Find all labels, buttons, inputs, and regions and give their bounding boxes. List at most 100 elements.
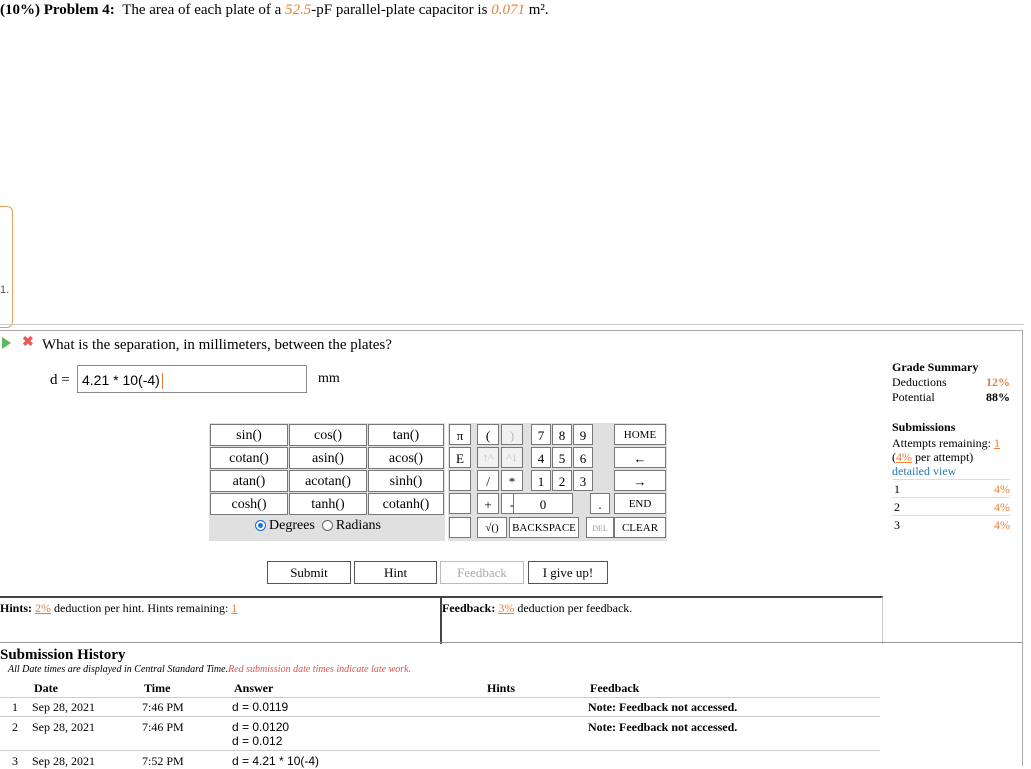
key-8[interactable]: 8 [552, 424, 572, 445]
submission-divider [892, 497, 1010, 498]
blank-key-3[interactable] [449, 517, 471, 538]
submission-number: 1 [894, 482, 900, 496]
row-number: 3 [12, 754, 18, 768]
feedback-text: deduction per feedback. [514, 601, 633, 615]
raise-key[interactable]: ↑^ [477, 447, 499, 468]
tan-button[interactable]: tan() [368, 424, 444, 446]
key-6[interactable]: 6 [573, 447, 593, 468]
cosh-button[interactable]: cosh() [210, 493, 288, 515]
row-answer-simplified: d = 0.012 [232, 734, 283, 748]
sqrt-key[interactable]: √() [477, 517, 507, 538]
separator [0, 324, 1024, 325]
col-hints: Hints [487, 681, 516, 695]
key-7[interactable]: 7 [531, 424, 551, 445]
submit-button[interactable]: Submit [267, 561, 351, 584]
detailed-view-link[interactable]: detailed view [892, 464, 956, 479]
row-answer: d = 0.0119 [232, 700, 289, 714]
per-attempt-pct: 4% [896, 450, 912, 464]
acotan-button[interactable]: acotan() [289, 470, 367, 492]
star-key[interactable]: * [501, 470, 523, 491]
left-arrow-key[interactable]: ← [614, 447, 666, 468]
col-feedback: Feedback [590, 681, 640, 695]
del-key[interactable]: DEL [586, 517, 614, 538]
row-date: Sep 28, 2021 [32, 754, 95, 768]
home-key[interactable]: HOME [614, 424, 666, 445]
potential-value: 88% [986, 390, 1010, 404]
give-up-button[interactable]: I give up! [528, 561, 608, 584]
answer-input[interactable]: 4.21 * 10(-4) [77, 365, 307, 393]
submissions-title: Submissions [892, 420, 956, 434]
row-divider [0, 697, 880, 698]
submission-number: 2 [894, 500, 900, 514]
clear-key[interactable]: CLEAR [614, 517, 666, 538]
answer-value: 4.21 * 10(-4) [82, 372, 160, 388]
cos-button[interactable]: cos() [289, 424, 367, 446]
backspace-key[interactable]: BACKSPACE [509, 517, 579, 538]
blank-key-1[interactable] [449, 470, 471, 491]
history-note-tz: All Date times are displayed in Central … [8, 664, 229, 675]
row-date: Sep 28, 2021 [32, 700, 95, 714]
end-key[interactable]: END [614, 493, 666, 514]
potential-label: Potential [892, 390, 935, 404]
text-cursor [161, 373, 163, 390]
problem-text-b: -pF parallel-plate capacitor is [311, 2, 492, 18]
key-1[interactable]: 1 [531, 470, 551, 491]
submission-deduction: 4% [994, 518, 1010, 532]
col-time: Time [144, 681, 171, 695]
deductions-value: 12% [986, 375, 1010, 389]
row-number: 2 [12, 720, 18, 734]
row-answer: d = 0.0120 [232, 720, 290, 734]
part-marker-box [0, 206, 13, 328]
sinh-button[interactable]: sinh() [368, 470, 444, 492]
lower-key[interactable]: ^↓ [501, 447, 523, 468]
capacitance-value: 52.5 [285, 2, 312, 18]
row-answer: d = 4.21 * 10(-4) [232, 754, 320, 768]
per-attempt-text: per attempt) [912, 450, 974, 464]
answer-label: d = [50, 372, 70, 388]
dot-key[interactable]: . [590, 493, 610, 514]
tanh-button[interactable]: tanh() [289, 493, 367, 515]
key-5[interactable]: 5 [552, 447, 572, 468]
submission-deduction: 4% [994, 482, 1010, 496]
key-3[interactable]: 3 [573, 470, 593, 491]
history-note-late: Red submission date times indicate late … [228, 664, 412, 675]
right-arrow-key[interactable]: → [614, 470, 666, 491]
angle-mode: Degrees Radians [255, 518, 381, 534]
row-time: 7:46 PM [142, 720, 184, 734]
submission-divider [892, 515, 1010, 516]
cotan-button[interactable]: cotan() [210, 447, 288, 469]
part-number: 1. [0, 284, 10, 296]
row-number: 1 [12, 700, 18, 714]
rparen-key[interactable]: ) [501, 424, 523, 445]
radians-radio[interactable] [321, 520, 333, 532]
e-key[interactable]: E [449, 447, 471, 468]
hints-label: Hints: [0, 601, 33, 615]
lparen-key[interactable]: ( [477, 424, 499, 445]
attempts-label: Attempts remaining: [892, 436, 994, 450]
hints-info: Hints: 2% deduction per hint. Hints rema… [0, 601, 237, 616]
feedback-button[interactable]: Feedback [440, 561, 524, 584]
key-0[interactable]: 0 [513, 493, 573, 514]
feedback-info: Feedback: 3% deduction per feedback. [442, 601, 632, 616]
sin-button[interactable]: sin() [210, 424, 288, 446]
pi-key[interactable]: π [449, 424, 471, 445]
submission-number: 3 [894, 518, 900, 532]
key-4[interactable]: 4 [531, 447, 551, 468]
feedback-label: Feedback: [442, 601, 496, 615]
key-2[interactable]: 2 [552, 470, 572, 491]
key-9[interactable]: 9 [573, 424, 593, 445]
asin-button[interactable]: asin() [289, 447, 367, 469]
atan-button[interactable]: atan() [210, 470, 288, 492]
hint-button[interactable]: Hint [354, 561, 437, 584]
slash-key[interactable]: / [477, 470, 499, 491]
cotanh-button[interactable]: cotanh() [368, 493, 444, 515]
per-attempt: (4% per attempt) [892, 450, 974, 464]
col-date: Date [34, 681, 58, 695]
acos-button[interactable]: acos() [368, 447, 444, 469]
play-icon[interactable] [2, 337, 11, 349]
degrees-radio[interactable] [255, 520, 266, 532]
question-text: What is the separation, in millimeters, … [42, 337, 392, 353]
plus-key[interactable]: + [477, 493, 499, 514]
blank-key-2[interactable] [449, 493, 471, 514]
attempts-remaining: Attempts remaining: 1 [892, 436, 1000, 451]
